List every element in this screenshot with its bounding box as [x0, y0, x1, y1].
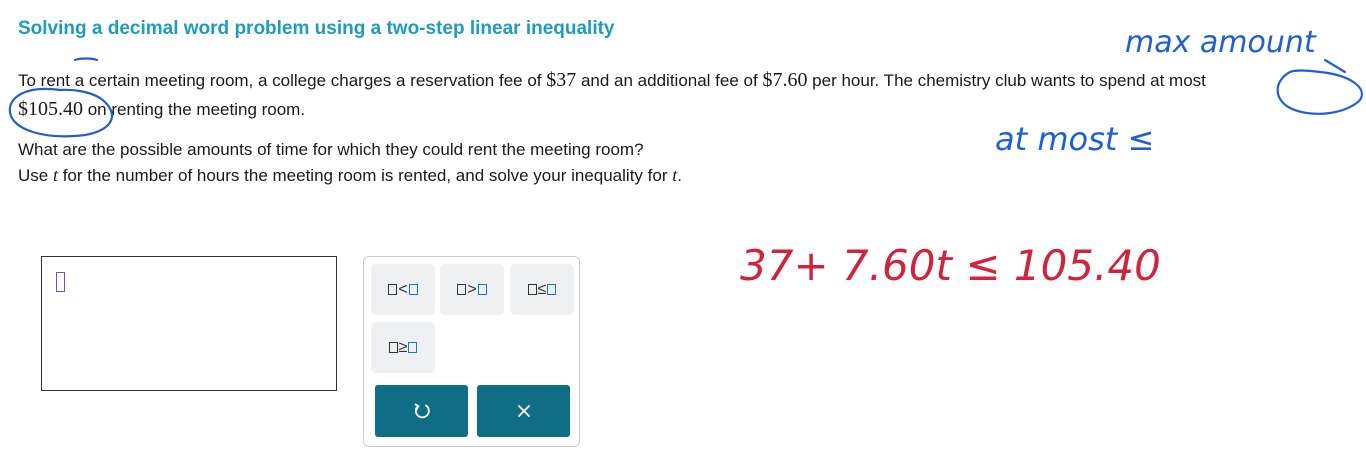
undo-icon: [413, 402, 431, 420]
problem-text: To rent a certain meeting room, a colleg…: [18, 69, 1206, 120]
answer-input[interactable]: [41, 256, 337, 391]
undo-button[interactable]: [375, 385, 468, 437]
reservation-fee: $37: [546, 69, 577, 91]
note-at-most: at most ≤: [995, 120, 1154, 158]
page-title: Solving a decimal word problem using a t…: [18, 18, 615, 39]
clear-button[interactable]: [477, 385, 570, 437]
less-than-button[interactable]: <: [371, 264, 435, 315]
question-line-1: What are the possible amounts of time fo…: [18, 140, 644, 159]
less-than-or-equal-button[interactable]: ≤: [510, 264, 574, 315]
hourly-fee: $7.60: [762, 69, 808, 91]
greater-than-or-equal-button[interactable]: ≥: [371, 322, 435, 373]
question-line-2: Use t for the number of hours the meetin…: [18, 165, 682, 185]
note-max-amount: max amount: [1125, 25, 1317, 60]
note-inequality: 37+ 7.60t ≤ 105.40: [740, 241, 1161, 290]
greater-than-button[interactable]: >: [440, 264, 504, 315]
input-cursor: [56, 272, 65, 292]
budget-amount: $105.40: [18, 98, 83, 120]
symbol-palette: < > ≤ ≥: [363, 256, 580, 447]
close-icon: [516, 403, 532, 419]
